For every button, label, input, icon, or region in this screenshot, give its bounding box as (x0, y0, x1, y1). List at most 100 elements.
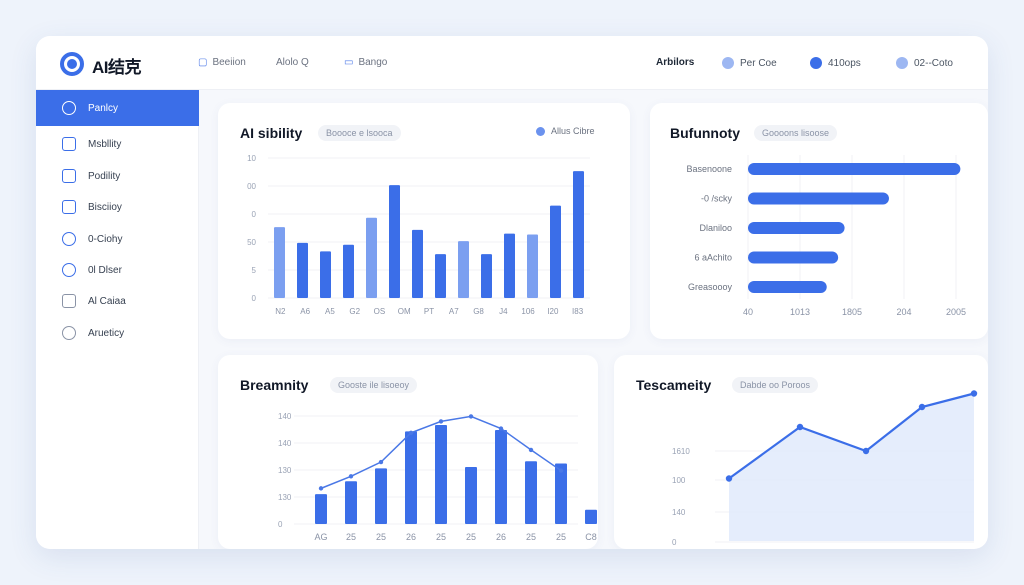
x-tick-label: 1013 (790, 307, 810, 317)
x-tick-label: A7 (449, 307, 459, 316)
nav-item-beeiion[interactable]: ▢ Beeiion (198, 57, 246, 68)
layout-icon: ▭ (344, 57, 354, 68)
sidebar-item-arueticy[interactable]: Arueticy (36, 318, 199, 348)
line-point (378, 459, 384, 465)
chart-bar (525, 461, 537, 524)
chart-bar (504, 233, 515, 298)
file-icon (62, 200, 76, 214)
sidebar-item-label: Podility (88, 170, 121, 182)
y-tick-label: 0 (252, 294, 257, 303)
chart-bar (748, 192, 889, 205)
category-label: Basenoone (686, 164, 732, 174)
card-tescameity: Tescameity Dabde oo Poroos 16101001400AG… (614, 355, 988, 549)
line-point (725, 475, 733, 482)
circle-icon (62, 326, 76, 340)
sidebar: Panlcy Msbllity Podility Bisciioy 0-Cioh… (36, 90, 199, 549)
sidebar-item-msbllity[interactable]: Msbllity (36, 129, 199, 159)
chart-bar (550, 205, 561, 298)
x-tick-label: AG (314, 532, 327, 542)
chart-bar (458, 241, 469, 298)
document-icon (62, 169, 76, 183)
x-tick-label: I83 (572, 307, 584, 316)
chart-bar (435, 424, 447, 524)
sidebar-item-podility[interactable]: Podility (36, 161, 199, 191)
nav-item-bango[interactable]: ▭ Bango (344, 57, 387, 68)
header-ops[interactable]: 410ops (810, 57, 861, 69)
chart-bar (527, 234, 538, 298)
card-breamnity: Breamnity Gooste ile lisoeoy 140 140 130 13… (218, 355, 598, 549)
sidebar-item-bisciioy[interactable]: Bisciioy (36, 192, 199, 222)
x-tick-label: 26 (496, 532, 506, 542)
chart-bar (320, 251, 331, 298)
chart-bar (375, 468, 387, 524)
sidebar-item-ociohy[interactable]: 0-Ciohy (36, 224, 199, 254)
x-tick-label: 26 (406, 532, 416, 542)
sidebar-item-alcaiaa[interactable]: Al Caiaa (36, 286, 199, 316)
line-chart-tescameity: 16101001400AG0A18100620050006 (672, 390, 978, 547)
chart-bar (389, 185, 400, 298)
nav-label: Alolo Q (276, 57, 309, 68)
logo-icon (60, 52, 84, 76)
y-tick-label: 0 (252, 210, 257, 219)
header-percoe[interactable]: Per Coe (722, 57, 777, 69)
y-tick-label: 0 (278, 520, 283, 529)
chart-bar (345, 481, 357, 524)
line-point (438, 419, 444, 424)
line-point (970, 390, 978, 397)
line-point (918, 403, 926, 411)
app-logo-text: AI结克 (92, 58, 142, 77)
line-point (558, 468, 564, 473)
chart-bar (366, 217, 377, 298)
app-window: AI结克 ▢ Beeiion Alolo Q ▭ Bango Arbilors … (36, 36, 988, 549)
chart-bar (748, 251, 839, 264)
sidebar-item-label: 0-Ciohy (88, 233, 123, 245)
dashboard-icon (62, 101, 76, 115)
sidebar-item-panlcy[interactable]: Panlcy (36, 90, 199, 126)
chart-bar (405, 431, 417, 524)
chat-icon (62, 263, 76, 277)
y-tick-label: 1610 (672, 447, 690, 456)
sidebar-item-label: Bisciioy (88, 201, 122, 213)
category-label: -0 /scky (701, 194, 733, 204)
y-tick-label: 140 (672, 508, 686, 517)
info-icon (722, 57, 734, 69)
line-point (348, 474, 354, 479)
x-tick-label: 1805 (842, 307, 862, 317)
sidebar-item-oldlser[interactable]: 0l Dlser (36, 255, 199, 285)
sidebar-item-label: Panlcy (88, 102, 119, 114)
x-tick-label: 2005 (946, 307, 966, 317)
sidebar-item-label: Al Caiaa (88, 295, 126, 307)
line-point (318, 486, 324, 491)
x-tick-label: OS (374, 307, 386, 316)
y-tick-label: 130 (278, 493, 292, 502)
header-arbilors[interactable]: Arbilors (656, 57, 694, 68)
x-tick-label: I20 (547, 307, 559, 316)
card-bufunnoty: Bufunnoty Goooons lisoose 40 1013 1805 204 2… (650, 103, 988, 339)
y-tick-label: 50 (247, 238, 256, 247)
y-tick-label: 100 (672, 476, 686, 485)
y-tick-label: 130 (278, 466, 292, 475)
top-header: AI结克 ▢ Beeiion Alolo Q ▭ Bango Arbilors … (36, 36, 988, 90)
page-icon: ▢ (198, 57, 208, 68)
line-point (468, 414, 474, 419)
line-point (528, 447, 534, 453)
y-tick-label: 10 (247, 154, 256, 163)
y-tick-label: 0 (672, 538, 677, 547)
hbar-chart-bufunnoty: 40 1013 1805 204 2005 Basenoone -0 /scky Dlanil… (686, 155, 966, 317)
x-tick-label: N2 (275, 307, 286, 316)
x-tick-label: 25 (346, 532, 356, 542)
y-tick-label: 5 (252, 266, 257, 275)
chart-bar (573, 171, 584, 298)
category-label: Dlaniloo (699, 223, 732, 233)
line-point (408, 430, 414, 435)
area-fill (729, 393, 974, 541)
chart-bar (748, 222, 845, 234)
chart-bar (748, 163, 961, 175)
x-tick-label: 25 (556, 532, 566, 542)
header-coto[interactable]: 02--Coto (896, 57, 953, 69)
chart-bar (343, 244, 354, 298)
card-ai-sibility: AI sibility Boooce e lsooca Allus Cibre … (218, 103, 630, 339)
chart-bar (297, 242, 308, 298)
nav-item-alolo[interactable]: Alolo Q (276, 57, 309, 68)
header-label: 410ops (828, 57, 861, 69)
